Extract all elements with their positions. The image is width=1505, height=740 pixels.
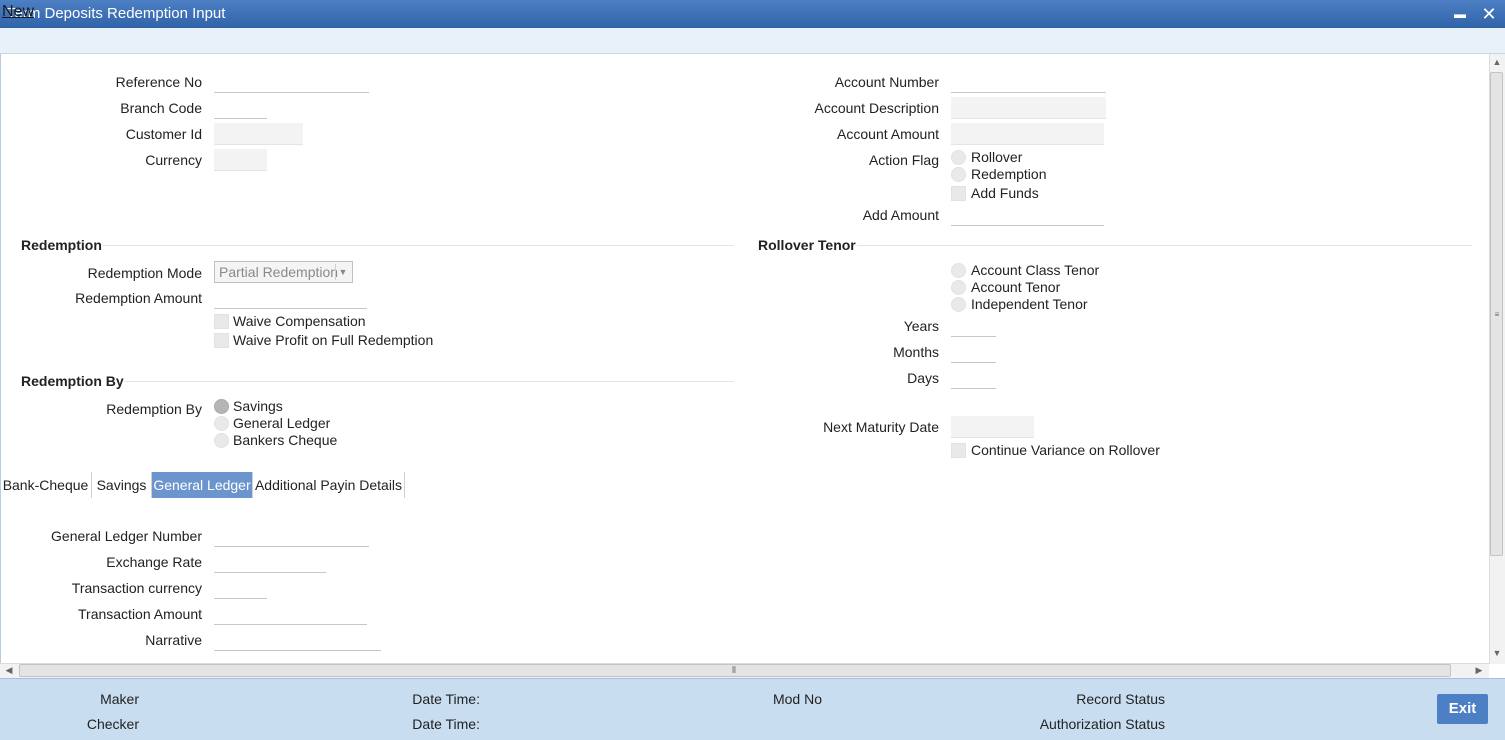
add-funds-label: Add Funds bbox=[971, 185, 1039, 201]
redemption-amount-label: Redemption Amount bbox=[75, 290, 202, 306]
customer-id-input[interactable] bbox=[214, 123, 303, 145]
tab-savings[interactable]: Savings bbox=[92, 472, 152, 498]
transaction-amount-label: Transaction Amount bbox=[78, 606, 202, 622]
exchange-rate-input[interactable] bbox=[214, 551, 326, 573]
window-title: Term Deposits Redemption Input bbox=[7, 5, 226, 22]
window-title-bar: Term Deposits Redemption Input bbox=[0, 0, 1505, 28]
redemption-by-cheque-radio[interactable] bbox=[214, 433, 229, 448]
days-label: Days bbox=[907, 370, 939, 386]
tab-bank-cheque[interactable]: Bank-Cheque bbox=[0, 472, 92, 498]
months-input[interactable] bbox=[951, 341, 996, 363]
narrative-label: Narrative bbox=[145, 632, 202, 648]
redemption-by-cheque-label: Bankers Cheque bbox=[233, 432, 338, 448]
maker-date-time-label: Date Time: bbox=[412, 691, 480, 707]
scroll-left-icon[interactable]: ◀ bbox=[2, 664, 16, 677]
new-link[interactable]: New bbox=[2, 3, 34, 21]
maker-label: Maker bbox=[100, 691, 139, 707]
years-label: Years bbox=[903, 318, 939, 334]
grip-icon: ⦀ bbox=[732, 665, 736, 675]
transaction-currency-input[interactable] bbox=[214, 577, 267, 599]
account-amount-label: Account Amount bbox=[837, 126, 939, 142]
days-input[interactable] bbox=[951, 367, 996, 389]
waive-compensation-label: Waive Compensation bbox=[233, 313, 366, 329]
transaction-currency-label: Transaction currency bbox=[71, 580, 202, 596]
continue-variance-label: Continue Variance on Rollover bbox=[971, 442, 1160, 458]
redemption-by-savings-label: Savings bbox=[233, 398, 283, 414]
next-maturity-date-input[interactable] bbox=[951, 416, 1034, 438]
rollover-tenor-section-title: Rollover Tenor bbox=[758, 237, 856, 253]
footer-bar bbox=[0, 678, 1505, 740]
account-class-tenor-label: Account Class Tenor bbox=[971, 262, 1100, 278]
chevron-down-icon: ▼ bbox=[335, 264, 350, 280]
account-number-label: Account Number bbox=[834, 74, 939, 90]
redemption-by-gl-label: General Ledger bbox=[233, 415, 331, 431]
redemption-divider bbox=[103, 245, 734, 246]
exit-button[interactable]: Exit bbox=[1437, 694, 1488, 724]
transaction-amount-input[interactable] bbox=[214, 603, 367, 625]
narrative-input[interactable] bbox=[214, 629, 381, 651]
redemption-by-section-title: Redemption By bbox=[21, 373, 124, 389]
redemption-by-gl-radio[interactable] bbox=[214, 416, 229, 431]
action-flag-rollover-label: Rollover bbox=[971, 149, 1023, 165]
account-tenor-label: Account Tenor bbox=[971, 279, 1061, 295]
independent-tenor-radio[interactable] bbox=[951, 297, 966, 312]
customer-id-label: Customer Id bbox=[125, 126, 202, 142]
action-flag-label: Action Flag bbox=[868, 152, 939, 168]
add-funds-checkbox[interactable] bbox=[951, 186, 966, 201]
exchange-rate-label: Exchange Rate bbox=[106, 554, 202, 570]
grip-icon: ≡ bbox=[1494, 310, 1500, 319]
redemption-by-savings-radio[interactable] bbox=[214, 399, 229, 414]
account-description-input[interactable] bbox=[951, 97, 1106, 119]
branch-code-label: Branch Code bbox=[120, 100, 202, 116]
redemption-mode-select[interactable]: Partial Redemption ▼ bbox=[214, 261, 353, 283]
waive-compensation-checkbox[interactable] bbox=[214, 314, 229, 329]
tab-additional-payin-details[interactable]: Additional Payin Details bbox=[253, 472, 405, 498]
branch-code-input[interactable] bbox=[214, 97, 267, 119]
redemption-amount-input[interactable] bbox=[214, 287, 367, 309]
rollover-tenor-divider bbox=[857, 245, 1472, 246]
scroll-down-icon[interactable]: ▼ bbox=[1490, 647, 1504, 660]
redemption-mode-value: Partial Redemption bbox=[219, 264, 339, 280]
action-flag-redemption-radio[interactable] bbox=[951, 167, 966, 182]
account-tenor-radio[interactable] bbox=[951, 280, 966, 295]
currency-label: Currency bbox=[145, 152, 202, 168]
toolbar bbox=[0, 28, 1505, 54]
checker-date-time-label: Date Time: bbox=[412, 716, 480, 732]
action-flag-rollover-radio[interactable] bbox=[951, 150, 966, 165]
scroll-up-icon[interactable]: ▲ bbox=[1490, 56, 1504, 69]
gl-number-label: General Ledger Number bbox=[51, 528, 202, 544]
account-number-input[interactable] bbox=[951, 71, 1106, 93]
independent-tenor-label: Independent Tenor bbox=[971, 296, 1088, 312]
reference-no-label: Reference No bbox=[115, 74, 202, 90]
currency-input[interactable] bbox=[214, 149, 267, 171]
redemption-section-title: Redemption bbox=[21, 237, 102, 253]
tab-general-ledger[interactable]: General Ledger bbox=[152, 472, 253, 498]
redemption-by-divider bbox=[124, 381, 734, 382]
redemption-mode-label: Redemption Mode bbox=[87, 265, 202, 281]
authorization-status-label: Authorization Status bbox=[1039, 716, 1165, 732]
continue-variance-checkbox[interactable] bbox=[951, 443, 966, 458]
account-class-tenor-radio[interactable] bbox=[951, 263, 966, 278]
record-status-label: Record Status bbox=[1076, 691, 1165, 707]
mod-no-label: Mod No bbox=[772, 691, 822, 707]
scroll-right-icon[interactable]: ▶ bbox=[1472, 664, 1486, 677]
action-flag-redemption-label: Redemption bbox=[971, 166, 1047, 182]
gl-number-input[interactable] bbox=[214, 525, 369, 547]
add-amount-input[interactable] bbox=[951, 204, 1104, 226]
checker-label: Checker bbox=[86, 716, 139, 732]
years-input[interactable] bbox=[951, 315, 996, 337]
waive-profit-checkbox[interactable] bbox=[214, 333, 229, 348]
add-amount-label: Add Amount bbox=[862, 207, 939, 223]
months-label: Months bbox=[893, 344, 939, 360]
redemption-by-label: Redemption By bbox=[106, 401, 202, 417]
reference-no-input[interactable] bbox=[214, 71, 369, 93]
minimize-icon[interactable]: ▬ bbox=[1449, 3, 1471, 25]
waive-profit-label: Waive Profit on Full Redemption bbox=[233, 332, 434, 348]
close-icon[interactable]: ✕ bbox=[1478, 3, 1500, 25]
account-description-label: Account Description bbox=[814, 100, 939, 116]
next-maturity-date-label: Next Maturity Date bbox=[823, 419, 939, 435]
account-amount-input[interactable] bbox=[951, 123, 1104, 145]
